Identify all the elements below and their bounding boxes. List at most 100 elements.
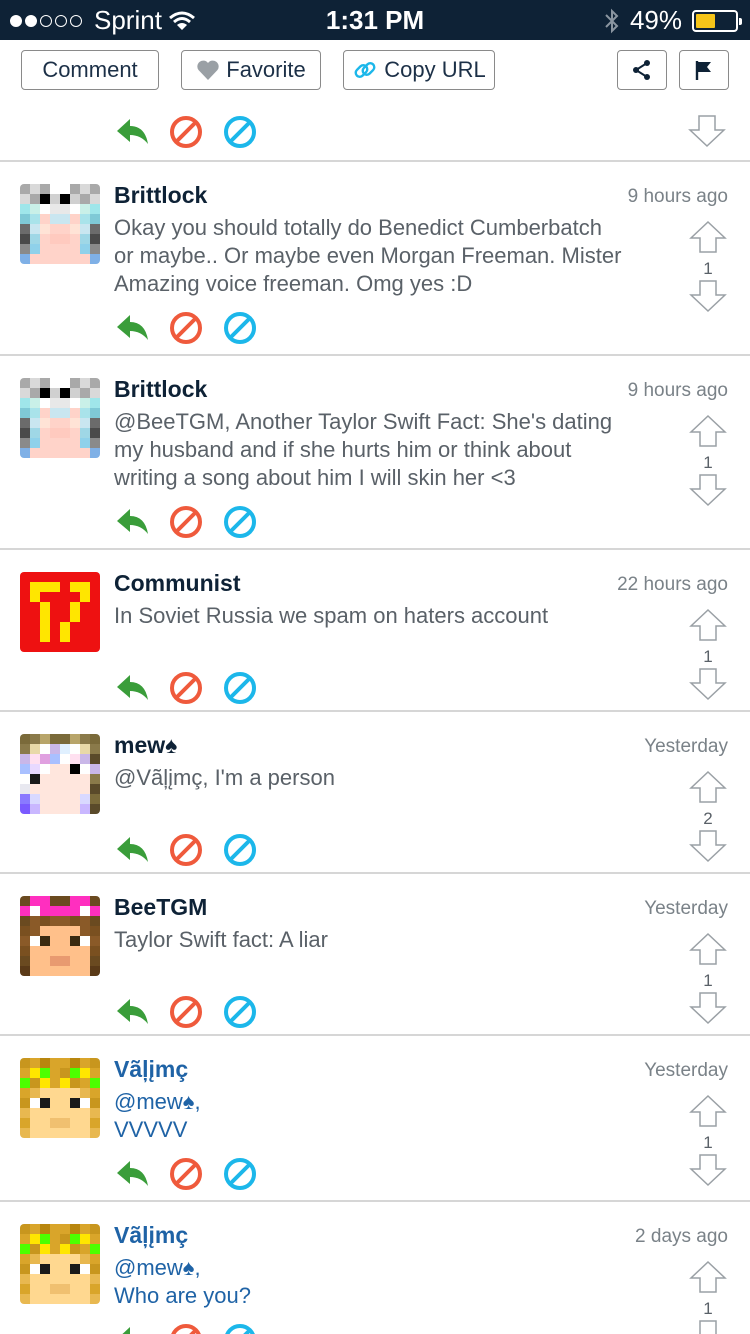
hide-icon[interactable] (222, 994, 258, 1030)
comment-timestamp: Yesterday (644, 736, 728, 757)
comment-timestamp: Yesterday (644, 898, 728, 919)
comment-item: Communist 22 hours ago In Soviet Russia we… (0, 548, 750, 710)
comment-line: Amazing voice freeman. Omg yes :D (114, 271, 473, 296)
vote-control: 1 (688, 220, 728, 318)
comment-author[interactable]: mew♠ (114, 732, 177, 759)
reply-icon[interactable] (114, 1156, 150, 1192)
user-avatar[interactable] (20, 734, 100, 814)
share-icon (633, 60, 650, 80)
hide-icon[interactable] (222, 1156, 258, 1192)
downvote-icon[interactable] (688, 667, 728, 706)
comment-line: Taylor Swift fact: A liar (114, 927, 328, 952)
partial-downvote-button[interactable] (688, 114, 728, 153)
share-button[interactable] (617, 50, 667, 90)
user-avatar[interactable] (20, 1224, 100, 1304)
flag-icon (695, 61, 711, 80)
reply-icon[interactable] (114, 994, 150, 1030)
hide-icon[interactable] (222, 670, 258, 706)
comment-body: Okay you should totally do Benedict Cumb… (114, 214, 674, 298)
block-icon[interactable] (168, 114, 204, 150)
block-icon[interactable] (168, 504, 204, 540)
comment-item: Vãļįmç 2 days ago @mew♠, Who are you? 1 (0, 1200, 750, 1334)
reply-icon[interactable] (114, 504, 150, 540)
comment-body: In Soviet Russia we spam on haters accou… (114, 602, 674, 630)
comment-actions (114, 832, 258, 868)
comment-actions (114, 504, 258, 540)
upvote-icon[interactable] (688, 1260, 728, 1299)
hide-icon[interactable] (222, 1322, 258, 1334)
downvote-icon[interactable] (688, 473, 728, 512)
comment-line: Okay you should totally do Benedict Cumb… (114, 215, 602, 240)
status-bar: Sprint 1:31 PM 49% (0, 0, 750, 40)
comment-author[interactable]: Brittlock (114, 182, 207, 209)
block-icon[interactable] (168, 994, 204, 1030)
vote-count: 1 (703, 971, 713, 990)
comment-actions (114, 1322, 258, 1334)
upvote-icon[interactable] (688, 770, 728, 809)
downvote-icon[interactable] (688, 991, 728, 1030)
link-icon (354, 62, 376, 78)
comment-body: @BeeTGM, Another Taylor Swift Fact: She'… (114, 408, 674, 492)
vote-control: 1 (688, 414, 728, 512)
bluetooth-icon (605, 8, 619, 33)
upvote-icon[interactable] (688, 608, 728, 647)
block-icon[interactable] (168, 832, 204, 868)
comment-line: In Soviet Russia we spam on haters accou… (114, 603, 549, 628)
upvote-icon[interactable] (688, 414, 728, 453)
user-avatar[interactable] (20, 1058, 100, 1138)
user-avatar[interactable] (20, 572, 100, 652)
comment-author[interactable]: Communist (114, 570, 241, 597)
comment-body: @Vãļįmç, I'm a person (114, 764, 674, 792)
reply-icon[interactable] (114, 114, 150, 150)
reply-icon[interactable] (114, 310, 150, 346)
heart-icon (197, 60, 219, 80)
downvote-icon[interactable] (688, 279, 728, 318)
vote-count: 1 (703, 1299, 713, 1318)
comment-item: mew♠ Yesterday @Vãļįmç, I'm a person 2 (0, 710, 750, 872)
hide-icon[interactable] (222, 832, 258, 868)
reply-icon[interactable] (114, 832, 150, 868)
comment-item: BeeTGM Yesterday Taylor Swift fact: A liar… (0, 872, 750, 1034)
comment-author[interactable]: Vãļįmç (114, 1222, 188, 1249)
downvote-icon[interactable] (688, 115, 726, 152)
comment-author[interactable]: Vãļįmç (114, 1056, 188, 1083)
hide-icon[interactable] (222, 114, 258, 150)
report-button[interactable] (679, 50, 729, 90)
comment-line: @BeeTGM, Another Taylor Swift Fact: She'… (114, 409, 613, 434)
block-icon[interactable] (168, 670, 204, 706)
favorite-button[interactable]: Favorite (181, 50, 321, 90)
comment-author[interactable]: Brittlock (114, 376, 207, 403)
downvote-icon[interactable] (688, 1153, 728, 1192)
reply-icon[interactable] (114, 1322, 150, 1334)
comment-line: my husband and if she hurts him or think… (114, 437, 572, 462)
vote-control: 1 (688, 1260, 728, 1334)
block-icon[interactable] (168, 310, 204, 346)
comment-actions (114, 670, 258, 706)
upvote-icon[interactable] (688, 220, 728, 259)
user-avatar[interactable] (20, 378, 100, 458)
comment-body: Taylor Swift fact: A liar (114, 926, 674, 954)
downvote-icon[interactable] (688, 829, 728, 868)
vote-count: 1 (703, 647, 713, 666)
user-avatar[interactable] (20, 896, 100, 976)
copy-url-button[interactable]: Copy URL (343, 50, 495, 90)
comment-author[interactable]: BeeTGM (114, 894, 207, 921)
comment-timestamp: 22 hours ago (617, 574, 728, 595)
hide-icon[interactable] (222, 310, 258, 346)
battery-percent: 49% (629, 5, 682, 35)
copy-url-button-label: Copy URL (384, 57, 486, 82)
reply-icon[interactable] (114, 670, 150, 706)
block-icon[interactable] (168, 1156, 204, 1192)
comment-button[interactable]: Comment (21, 50, 159, 90)
hide-icon[interactable] (222, 504, 258, 540)
partial-comment-actions (114, 114, 258, 150)
upvote-icon[interactable] (688, 932, 728, 971)
block-icon[interactable] (168, 1322, 204, 1334)
vote-count: 2 (703, 809, 713, 828)
downvote-icon[interactable] (688, 1319, 728, 1334)
comment-timestamp: Yesterday (644, 1060, 728, 1081)
vote-count: 1 (703, 453, 713, 472)
user-avatar[interactable] (20, 184, 100, 264)
upvote-icon[interactable] (688, 1094, 728, 1133)
comment-line: @mew♠, (114, 1255, 201, 1280)
